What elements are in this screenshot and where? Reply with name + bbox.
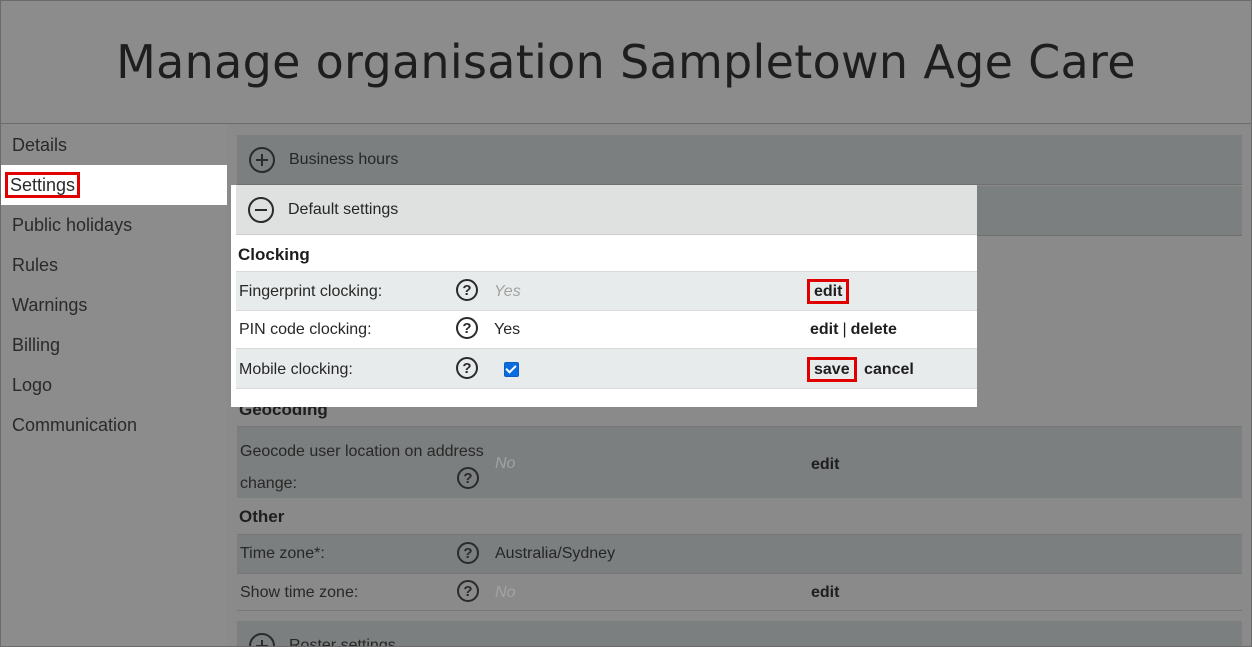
row-pin-code-clocking: PIN code clocking: ? Yes edit | delete [236,310,977,348]
action-separator: | [842,321,847,338]
sidebar-item-rules[interactable]: Rules [1,245,227,285]
accordion-title: Roster settings [289,636,396,647]
row-label-line2: change: [240,475,297,492]
save-button[interactable]: save [807,357,857,382]
row-label: Fingerprint clocking: [239,283,383,300]
question-circle-icon[interactable]: ? [457,467,479,489]
edit-button[interactable]: edit [811,584,839,601]
sidebar-item-label: Logo [12,375,53,395]
question-circle-icon[interactable]: ? [456,317,478,339]
accordion-title: Business hours [289,150,399,168]
row-mobile-clocking: Mobile clocking: ? save cancel [236,348,977,389]
row-value: Australia/Sydney [495,545,616,562]
sidebar-item-label: Settings [4,172,81,198]
sidebar-item-label: Billing [12,335,61,355]
row-label: Time zone*: [240,545,325,562]
cancel-button[interactable]: cancel [864,361,914,378]
sidebar: Details Settings Public holidays Rules W… [1,124,227,646]
sidebar-item-warnings[interactable]: Warnings [1,285,227,325]
sidebar-item-settings[interactable]: Settings [1,165,227,205]
section-title-other: Other [239,507,285,526]
row-value: Yes [494,283,521,300]
sidebar-item-label: Communication [12,415,138,435]
row-fingerprint-clocking: Fingerprint clocking: ? Yes edit [236,271,977,310]
question-circle-icon[interactable]: ? [457,580,479,602]
section-title-clocking: Clocking [238,245,310,264]
row-actions: edit [811,456,839,474]
accordion-roster-settings[interactable]: Roster settings [237,621,1242,647]
sidebar-item-label: Public holidays [12,215,133,235]
edit-button[interactable]: edit [810,321,838,338]
page-header: Manage organisation Sampletown Age Care [1,1,1251,124]
row-actions: edit [806,279,850,304]
accordion-title: Default settings [288,200,399,218]
row-label: Geocode user location on address change: [240,436,484,500]
sidebar-item-details[interactable]: Details [1,125,227,165]
sidebar-item-label: Rules [12,255,59,275]
delete-button[interactable]: delete [851,321,897,338]
row-value: Yes [494,321,521,338]
sidebar-item-logo[interactable]: Logo [1,365,227,405]
row-time-zone: Time zone*: ? Australia/Sydney [237,534,1242,573]
sidebar-item-label: Details [12,135,68,155]
mobile-clocking-checkbox[interactable] [504,362,519,377]
sidebar-item-public-holidays[interactable]: Public holidays [1,205,227,245]
default-settings-spotlight: Default settings Clocking Fingerprint cl… [231,185,977,407]
row-label-line1: Geocode user location on address [240,443,484,460]
plus-circle-icon [249,632,275,646]
question-circle-icon[interactable]: ? [456,357,478,379]
row-actions: edit [811,584,839,602]
edit-button[interactable]: edit [811,456,839,473]
row-actions: edit | delete [810,321,897,339]
sidebar-item-label: Warnings [12,295,88,315]
row-label: Mobile clocking: [239,361,353,378]
accordion-business-hours[interactable]: Business hours [237,135,1242,185]
row-label: Show time zone: [240,584,359,601]
minus-circle-icon [248,196,274,223]
row-geocode-user: Geocode user location on address change:… [237,426,1242,498]
accordion-default-settings[interactable]: Default settings [236,185,977,235]
row-actions: save cancel [807,357,914,382]
row-value: No [495,584,516,601]
edit-button[interactable]: edit [806,279,850,304]
sidebar-item-communication[interactable]: Communication [1,405,227,445]
question-circle-icon[interactable]: ? [457,542,479,564]
sidebar-item-billing[interactable]: Billing [1,325,227,365]
question-circle-icon[interactable]: ? [456,279,478,301]
page-title: Manage organisation Sampletown Age Care [116,35,1136,89]
plus-circle-icon [249,146,275,173]
row-show-time-zone: Show time zone: ? No edit [237,573,1242,611]
row-value: No [495,455,516,472]
row-label: PIN code clocking: [239,321,372,338]
